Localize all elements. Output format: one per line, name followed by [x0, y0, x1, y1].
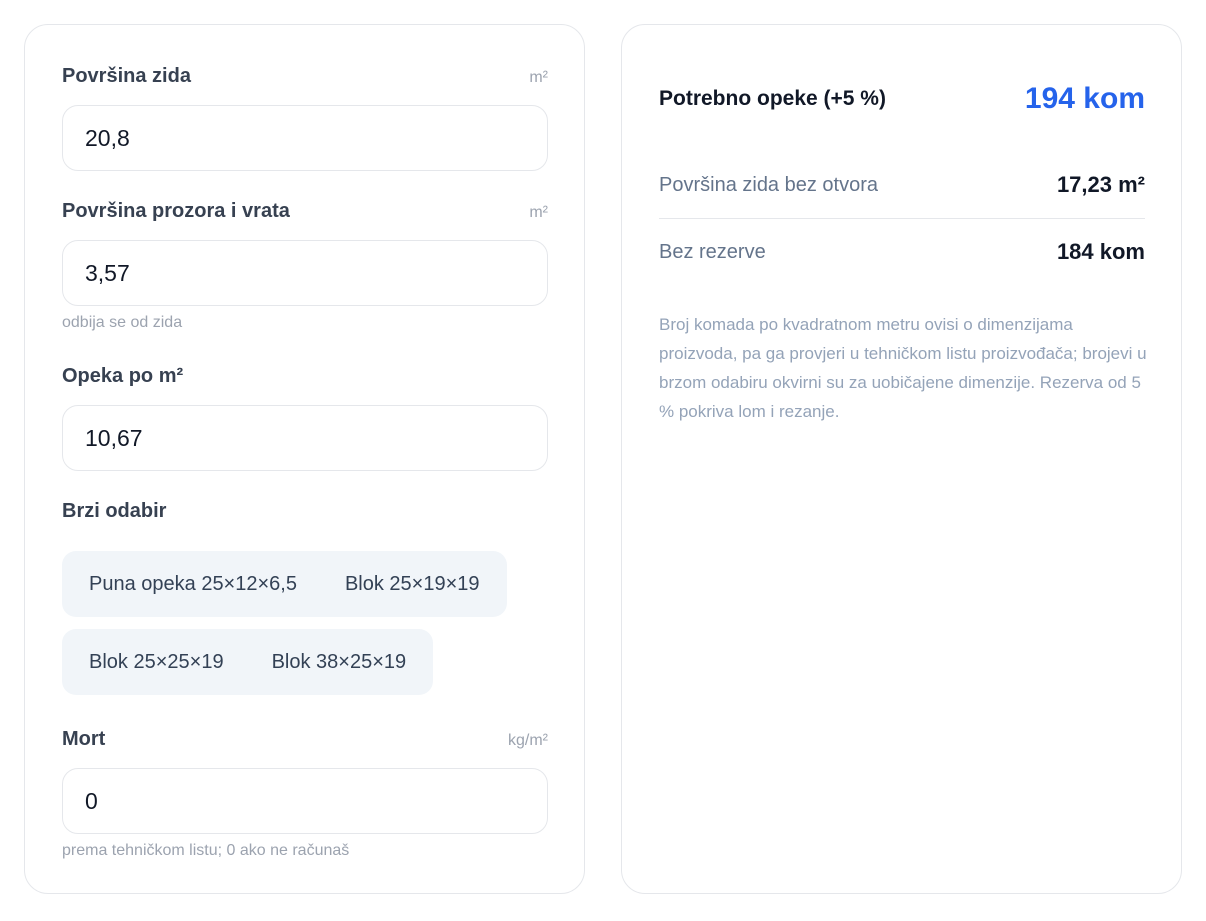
openings-area-label: Površina prozora i vrata: [62, 200, 290, 222]
no-reserve-value: 184 kom: [1056, 239, 1145, 264]
net-area-row: Površina zida bez otvora 17,23 m²: [659, 169, 1145, 201]
net-area-value: 17,23 m²: [1056, 172, 1145, 197]
bricks-needed-label: Potrebno opeke (+5 %): [659, 87, 886, 110]
openings-area-input[interactable]: [62, 240, 548, 306]
mortar-label: Mort: [62, 728, 106, 750]
page: Površina zida m² Površina prozora i vrat…: [0, 0, 1206, 921]
bricks-needed-value: 194 kom: [1024, 82, 1145, 115]
quick-select-option-block-38x25x19[interactable]: Blok 38×25×19: [272, 651, 407, 674]
net-area-label: Površina zida bez otvora: [659, 173, 879, 196]
wall-area-label: Površina zida: [62, 65, 191, 87]
no-reserve-row: Bez rezerve 184 kom: [659, 236, 1145, 268]
mortar-hint: prema tehničkom listu; 0 ako ne računaš: [62, 842, 350, 859]
quick-select-label: Brzi odabir: [62, 500, 167, 522]
mortar-field: Mort kg/m² prema tehničkom listu; 0 ako …: [62, 728, 548, 860]
quick-select-option-block-25x25x19[interactable]: Blok 25×25×19: [89, 651, 224, 674]
openings-area-unit: m²: [529, 204, 548, 221]
wall-area-field: Površina zida m²: [62, 65, 548, 171]
mortar-input[interactable]: [62, 768, 548, 834]
openings-area-field: Površina prozora i vrata m² odbija se od…: [62, 200, 548, 332]
quick-select-field: Brzi odabir: [62, 500, 548, 524]
wall-area-unit: m²: [529, 69, 548, 86]
bricks-per-m2-label: Opeka po m²: [62, 365, 184, 387]
bricks-per-m2-input[interactable]: [62, 405, 548, 471]
openings-area-hint: odbija se od zida: [62, 314, 183, 331]
bricks-needed-row: Potrebno opeke (+5 %) 194 kom: [659, 81, 1145, 117]
bricks-per-m2-field: Opeka po m²: [62, 365, 548, 471]
mortar-unit: kg/m²: [508, 732, 548, 749]
quick-select-row-2: Blok 25×25×19 Blok 38×25×19: [62, 629, 434, 695]
input-card: Površina zida m² Površina prozora i vrat…: [24, 24, 585, 894]
quick-select-row-1: Puna opeka 25×12×6,5 Blok 25×19×19: [62, 551, 507, 617]
result-card: Potrebno opeke (+5 %) 194 kom Površina z…: [621, 24, 1182, 894]
result-divider: [659, 218, 1145, 219]
quick-select-option-full-brick[interactable]: Puna opeka 25×12×6,5: [89, 573, 297, 596]
quick-select-option-block-25x19x19[interactable]: Blok 25×19×19: [345, 573, 480, 596]
wall-area-input[interactable]: [62, 105, 548, 171]
result-note: Broj komada po kvadratnom metru ovisi o …: [659, 315, 1147, 421]
no-reserve-label: Bez rezerve: [659, 240, 766, 263]
